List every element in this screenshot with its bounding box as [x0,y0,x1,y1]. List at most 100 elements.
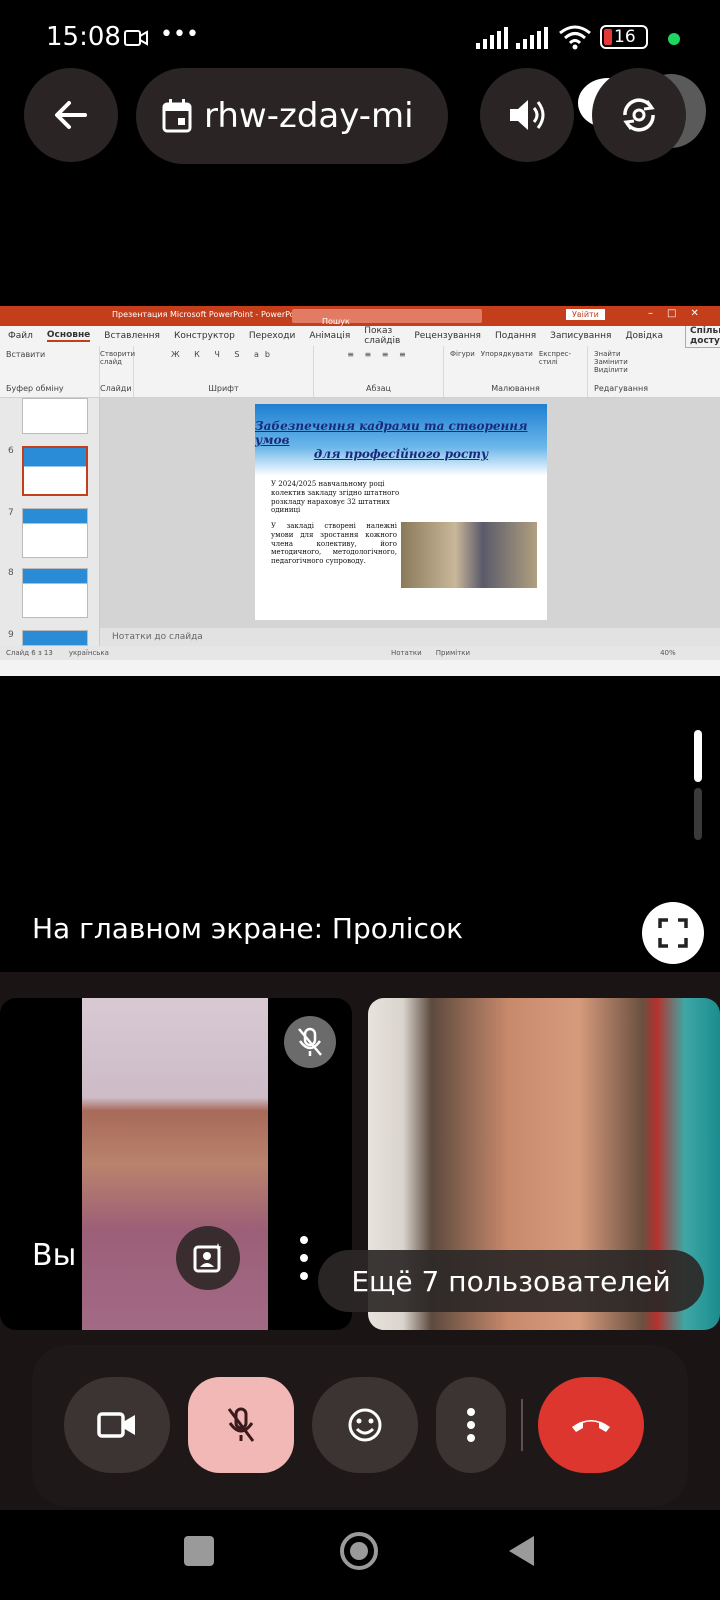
ribbon-group-editing: Знайти Замінити Виділити Редагування [588,346,688,397]
find-button[interactable]: Знайти [594,350,682,358]
ppt-status-bar: Слайд 6 з 13 українська Нотатки Примітки… [0,646,720,660]
back-nav-button[interactable] [506,1534,536,1568]
ribbon: Вставити Буфер обміну Створити слайд Сла… [0,346,720,398]
camera-switch-icon [623,98,655,132]
font-format-icons[interactable]: Ж К Ч S ab [171,350,276,359]
slide-thumb[interactable] [22,568,88,618]
reactions-button[interactable] [312,1377,418,1473]
ribbon-group-paragraph: ≡ ≡ ≡ ≡ Абзац [314,346,444,397]
battery-level: 16 [614,27,636,47]
slide-thumb[interactable] [22,630,88,646]
switch-camera-button[interactable] [592,68,686,162]
slide-paragraph-2: У закладі створені належні умови для зро… [271,522,397,565]
sign-in-button[interactable]: Увійти [566,309,605,320]
current-slide: Забезпечення кадрами та створення умов д… [255,404,547,620]
group-label-paragraph: Абзац [365,384,391,393]
zoom-level[interactable]: 40% [660,649,676,657]
clock: 15:08 [46,22,121,52]
home-icon [350,1542,368,1560]
tab-file[interactable]: Файл [8,331,33,341]
tab-review[interactable]: Рецензування [414,331,481,341]
self-video-feed [82,998,268,1330]
call-controls [32,1345,688,1507]
thumb-number: 6 [8,446,14,456]
home-button[interactable] [340,1532,378,1570]
tab-home[interactable]: Основне [46,330,91,342]
thumb-number: 8 [8,568,14,578]
calendar-icon [162,99,192,133]
tab-view[interactable]: Подання [495,331,536,341]
end-call-button[interactable] [538,1377,644,1473]
tab-animations[interactable]: Анімація [309,331,350,341]
ribbon-group-slides: Створити слайд Слайди [100,346,135,397]
new-slide-button[interactable]: Створити слайд [100,350,135,366]
share-button[interactable]: Спільний доступ [685,324,720,348]
slide-thumb[interactable] [22,398,88,434]
slide-thumbnails: 6 7 8 9 [0,398,100,646]
scroll-indicator[interactable] [694,730,702,782]
tab-record[interactable]: Записування [550,331,611,341]
tab-help[interactable]: Довідка [625,331,663,341]
signal-2-icon [516,27,548,49]
main-screen-label: На главном экране: Пролісок [32,912,463,945]
more-options-button[interactable] [436,1377,506,1473]
replace-button[interactable]: Замінити [594,358,682,366]
slide-canvas: Забезпечення кадрами та створення умов д… [100,398,720,646]
mic-toggle-button[interactable] [188,1377,294,1473]
mic-off-icon [298,1027,322,1056]
video-camera-icon [97,1412,135,1438]
video-status-icon [124,30,148,46]
more-participants-label: Ещё 7 пользователей [351,1264,671,1298]
group-label-drawing: Малювання [491,384,540,393]
hang-up-icon [572,1420,610,1432]
comments-toggle[interactable]: Примітки [436,649,470,657]
paragraph-icons[interactable]: ≡ ≡ ≡ ≡ [347,350,409,359]
slide-title: Забезпечення кадрами та створення умов д… [255,404,547,476]
group-label-editing: Редагування [594,384,649,393]
group-label-clipboard: Буфер обміну [6,384,64,393]
styles-button[interactable]: Експрес-стилі [539,350,581,366]
speaker-button[interactable] [480,68,574,162]
recents-button[interactable] [184,1536,214,1566]
slide-thumb[interactable] [22,508,88,558]
notes-toggle[interactable]: Нотатки [391,649,422,657]
more-notifications-icon: ••• [160,22,199,47]
back-button[interactable] [24,68,118,162]
fullscreen-icon [658,918,688,948]
effects-button[interactable] [176,1226,240,1290]
system-nav-bar [0,1510,720,1600]
battery-icon: 16 [600,25,648,49]
slide-thumb-active[interactable] [22,446,88,496]
notes-pane[interactable]: Нотатки до слайда [100,628,720,646]
arrow-left-icon [55,101,87,129]
more-participants-pill[interactable]: Ещё 7 пользователей [318,1250,704,1312]
paste-button[interactable]: Вставити [6,350,93,359]
window-controls[interactable]: –□✕ [648,308,713,319]
self-video-tile[interactable]: Вы [0,998,352,1330]
wifi-icon [559,25,591,50]
emoji-icon [348,1408,382,1442]
ppt-search-box[interactable]: Пошук [292,309,482,326]
camera-toggle-button[interactable] [64,1377,170,1473]
tab-insert[interactable]: Вставлення [104,331,160,341]
shapes-button[interactable]: Фігури [450,350,475,366]
volume-icon [510,100,545,130]
slide-counter: Слайд 6 з 13 [6,649,53,657]
meeting-info-button[interactable]: rhw-zday-mi [136,68,448,164]
select-button[interactable]: Виділити [594,366,682,374]
tab-slideshow[interactable]: Показ слайдів [364,326,400,346]
fullscreen-button[interactable] [642,902,704,964]
self-label: Вы [32,1238,77,1273]
slide-title-line1: Забезпечення кадрами та створення умов [255,419,528,447]
shared-screen: Презентация Microsoft PowerPoint - Power… [0,306,720,676]
self-muted-indicator [284,1016,336,1068]
self-tile-more-icon[interactable] [294,1236,314,1280]
tab-transitions[interactable]: Переходи [249,331,295,341]
group-label-slides: Слайди [100,384,132,393]
scroll-track [694,788,702,840]
mic-off-icon [227,1407,255,1442]
tab-design[interactable]: Конструктор [174,331,235,341]
slide-paragraph-1: У 2024/2025 навчальному році колектив за… [271,480,400,515]
slide-photo [401,522,537,588]
arrange-button[interactable]: Упорядкувати [481,350,533,366]
